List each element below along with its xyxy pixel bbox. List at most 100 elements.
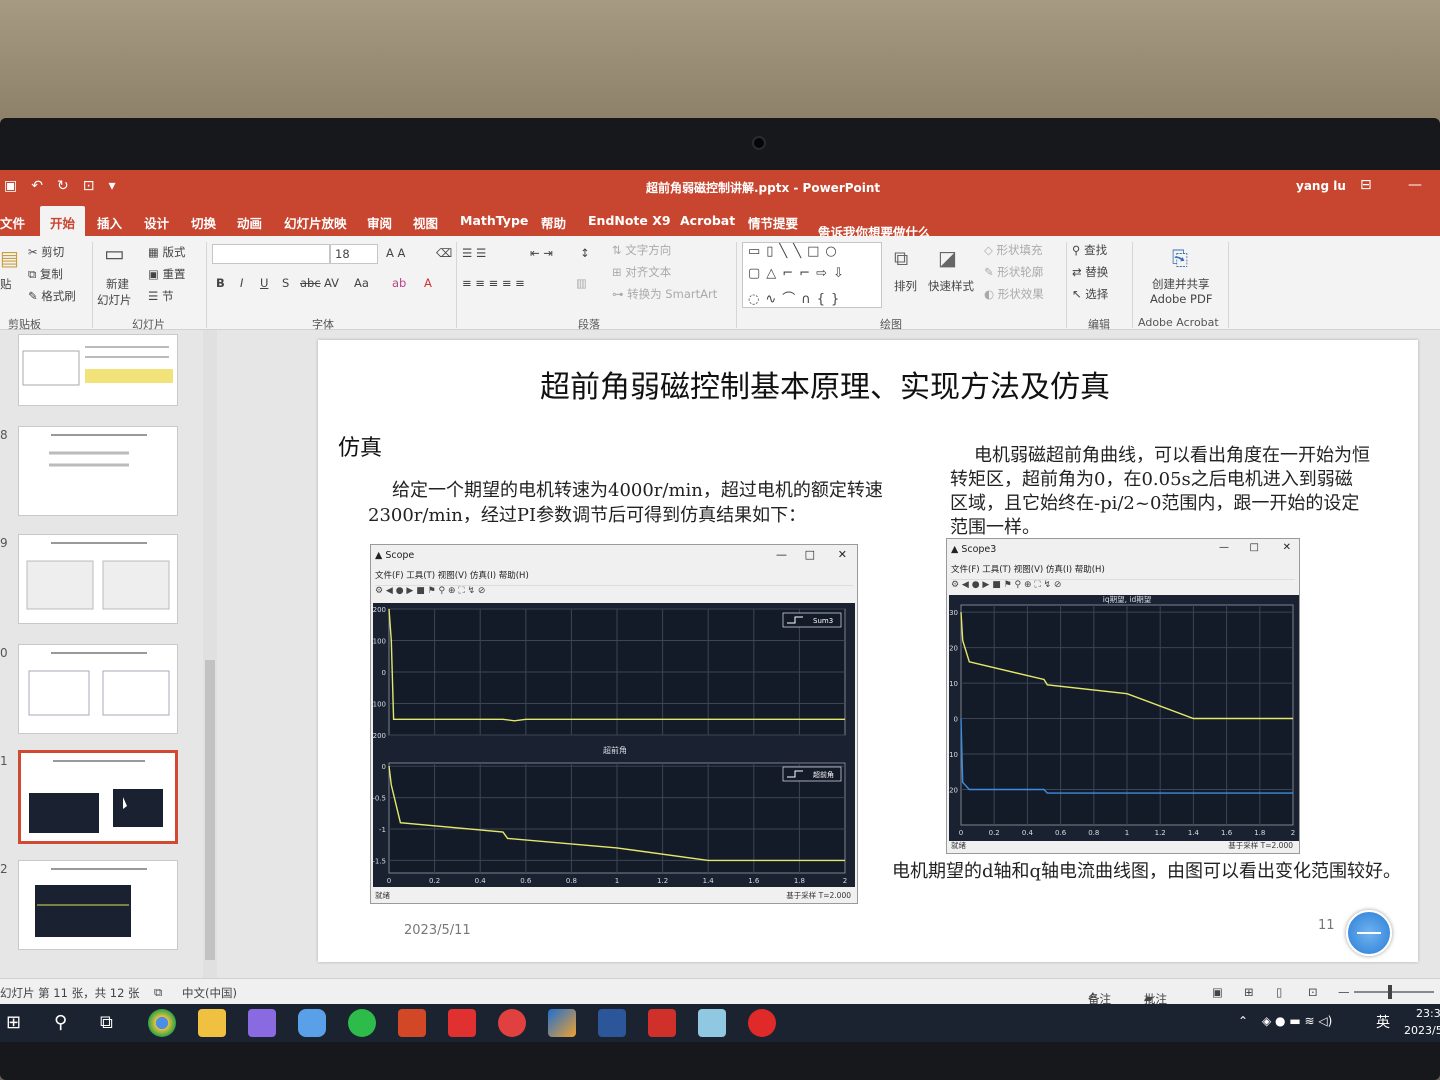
paste-icon[interactable]: ▤ [0,246,19,270]
char-spacing-icon[interactable]: AV [324,276,339,290]
copy-button[interactable]: ⧉ 复制 [28,266,63,282]
tab-review[interactable]: 审阅 [367,213,392,232]
tab-view[interactable]: 视图 [413,213,438,232]
slide-canvas[interactable]: 超前角弱磁控制基本原理、实现方法及仿真 仿真 给定一个期望的电机转速为4000r… [318,340,1418,962]
shapes-row-1[interactable]: ▭▯╲╲□○ [748,244,843,259]
tab-mathtype[interactable]: MathType [460,213,528,228]
app-icon[interactable] [698,1009,726,1037]
user-name[interactable]: yang lu [1296,179,1346,193]
ime-indicator[interactable]: 英 [1376,1012,1390,1032]
font-color-icon[interactable]: A [424,276,432,290]
slideshow-view-icon[interactable]: ⊡ [1308,985,1318,999]
language[interactable]: 中文(中国) [182,985,237,1001]
tab-transitions[interactable]: 切换 [191,213,216,232]
strikethrough-icon[interactable]: abc [300,276,321,290]
slide-paragraph-1[interactable]: 给定一个期望的电机转速为4000r/min，超过电机的额定转速2300r/min… [368,478,908,528]
shapes-row-2[interactable]: ▢△⌐⌐⇨⇩ [748,266,850,281]
tab-design[interactable]: 设计 [144,213,169,232]
thumbnail-scrollbar[interactable] [203,330,217,978]
floating-assistant-button[interactable] [1346,910,1392,956]
sorter-view-icon[interactable]: ⊞ [1244,985,1254,999]
reading-view-icon[interactable]: ▯ [1276,985,1282,999]
file-explorer-icon[interactable] [198,1009,226,1037]
tab-file[interactable]: 文件 [0,213,25,232]
smartart-button[interactable]: ⊶ 转换为 SmartArt [612,286,717,302]
save-icon[interactable]: ▣ [4,178,17,194]
tab-endnote[interactable]: EndNote X9 [588,213,671,228]
minimize-icon[interactable]: — [1408,177,1422,193]
customize-qat-icon[interactable]: ▾ [108,178,115,194]
spellcheck-icon[interactable]: ⧉ [154,985,162,1000]
find-button[interactable]: ⚲ 查找 [1072,242,1107,258]
slide-thumbnail[interactable] [18,534,178,624]
indent-icon[interactable]: ⇤ ⇥ [530,246,553,260]
shapes-row-3[interactable]: ◌∿⌒∩{} [748,288,845,307]
shape-fill-button[interactable]: ◇ 形状填充 [984,242,1043,258]
columns-icon[interactable]: ▥ [576,276,587,290]
quick-styles-icon[interactable]: ◪ [938,246,957,270]
task-view-icon[interactable]: ⧉ [100,1012,113,1033]
zoom-slider-thumb[interactable] [1388,985,1392,999]
new-slide-label-2[interactable]: 幻灯片 [97,292,132,308]
bullets-icon[interactable]: ☰ ☰ [462,246,486,260]
slide-thumbnail[interactable] [18,334,178,406]
new-slide-label-1[interactable]: 新建 [106,276,129,292]
clock-date[interactable]: 2023/5 [1404,1024,1440,1037]
slide-paragraph-2[interactable]: 电机弱磁超前角曲线，可以看出角度在一开始为恒转矩区，超前角为0，在0.05s之后… [950,444,1370,540]
underline-icon[interactable]: U [260,276,268,290]
tab-storyboard[interactable]: 情节提要 [748,213,798,232]
ribbon-display-icon[interactable]: ⊟ [1360,177,1372,193]
app-icon[interactable] [248,1009,276,1037]
cut-button[interactable]: ✂ 剪切 [28,244,64,260]
text-direction-button[interactable]: ⇅ 文字方向 [612,242,671,258]
matlab-icon[interactable] [548,1009,576,1037]
tab-insert[interactable]: 插入 [97,213,122,232]
windows-start-icon[interactable]: ⊞ [6,1012,21,1033]
select-button[interactable]: ↖ 选择 [1072,286,1108,302]
tab-animations[interactable]: 动画 [237,213,262,232]
create-pdf-label-2[interactable]: Adobe PDF [1150,292,1212,306]
format-painter-button[interactable]: ✎ 格式刷 [28,288,76,304]
shadow-icon[interactable]: S [282,276,289,290]
bold-icon[interactable]: B [216,276,225,290]
normal-view-icon[interactable]: ▣ [1212,985,1223,999]
slide-thumbnail[interactable] [18,644,178,734]
redo-icon[interactable]: ↻ [57,178,69,194]
slide-thumbnail[interactable] [18,426,178,516]
tray-overflow-icon[interactable]: ⌃ [1238,1014,1248,1028]
scope3-window[interactable]: ▲ Scope3 — □ ✕ 文件(F) 工具(T) 视图(V) 仿真(I) 帮… [946,538,1300,854]
search-icon[interactable]: ⚲ [54,1012,67,1033]
align-icons[interactable]: ≡ ≡ ≡ ≡ ≡ [462,276,525,290]
shape-outline-button[interactable]: ✎ 形状轮廓 [984,264,1043,280]
line-spacing-icon[interactable]: ↕ [580,246,590,260]
layout-button[interactable]: ▦ 版式 [148,244,186,260]
present-icon[interactable]: ⊡ [83,178,95,194]
replace-button[interactable]: ⇄ 替换 [1072,264,1108,280]
app-icon[interactable] [748,1009,776,1037]
slide-title[interactable]: 超前角弱磁控制基本原理、实现方法及仿真 [540,362,1110,406]
app-icon[interactable] [498,1009,526,1037]
slide-thumbnail[interactable] [18,860,178,950]
powerpoint-icon[interactable] [398,1009,426,1037]
paste-label[interactable]: 贴 [0,276,12,292]
scrollbar-thumb[interactable] [205,660,215,960]
create-pdf-label-1[interactable]: 创建并共享 [1152,276,1210,292]
tab-slideshow[interactable]: 幻灯片放映 [284,213,347,232]
tray-icons[interactable]: ◈ ● ▬ ≋ ◁) [1262,1014,1332,1028]
new-slide-icon[interactable]: ▭ [104,242,125,267]
pdf-icon[interactable]: ⎘ [1172,246,1188,270]
section-button[interactable]: ☰ 节 [148,288,173,304]
zoom-slider[interactable] [1354,991,1434,993]
tab-home[interactable]: 开始 [40,206,86,236]
youdao-icon[interactable] [448,1009,476,1037]
clear-format-icon[interactable]: ⌫ [436,246,452,260]
align-text-button[interactable]: ⊞ 对齐文本 [612,264,671,280]
scope-window[interactable]: ▲ Scope — □ ✕ 文件(F) 工具(T) 视图(V) 仿真(I) 帮助… [370,544,858,904]
chrome-icon[interactable] [148,1009,176,1037]
change-case-icon[interactable]: Aa [354,276,369,290]
shape-effects-button[interactable]: ◐ 形状效果 [984,286,1044,302]
slide-thumbnail-current[interactable] [18,750,178,844]
font-size-box[interactable]: 18 [330,244,378,264]
grow-font-icon[interactable]: A A [386,246,405,260]
app-icon[interactable] [298,1009,326,1037]
